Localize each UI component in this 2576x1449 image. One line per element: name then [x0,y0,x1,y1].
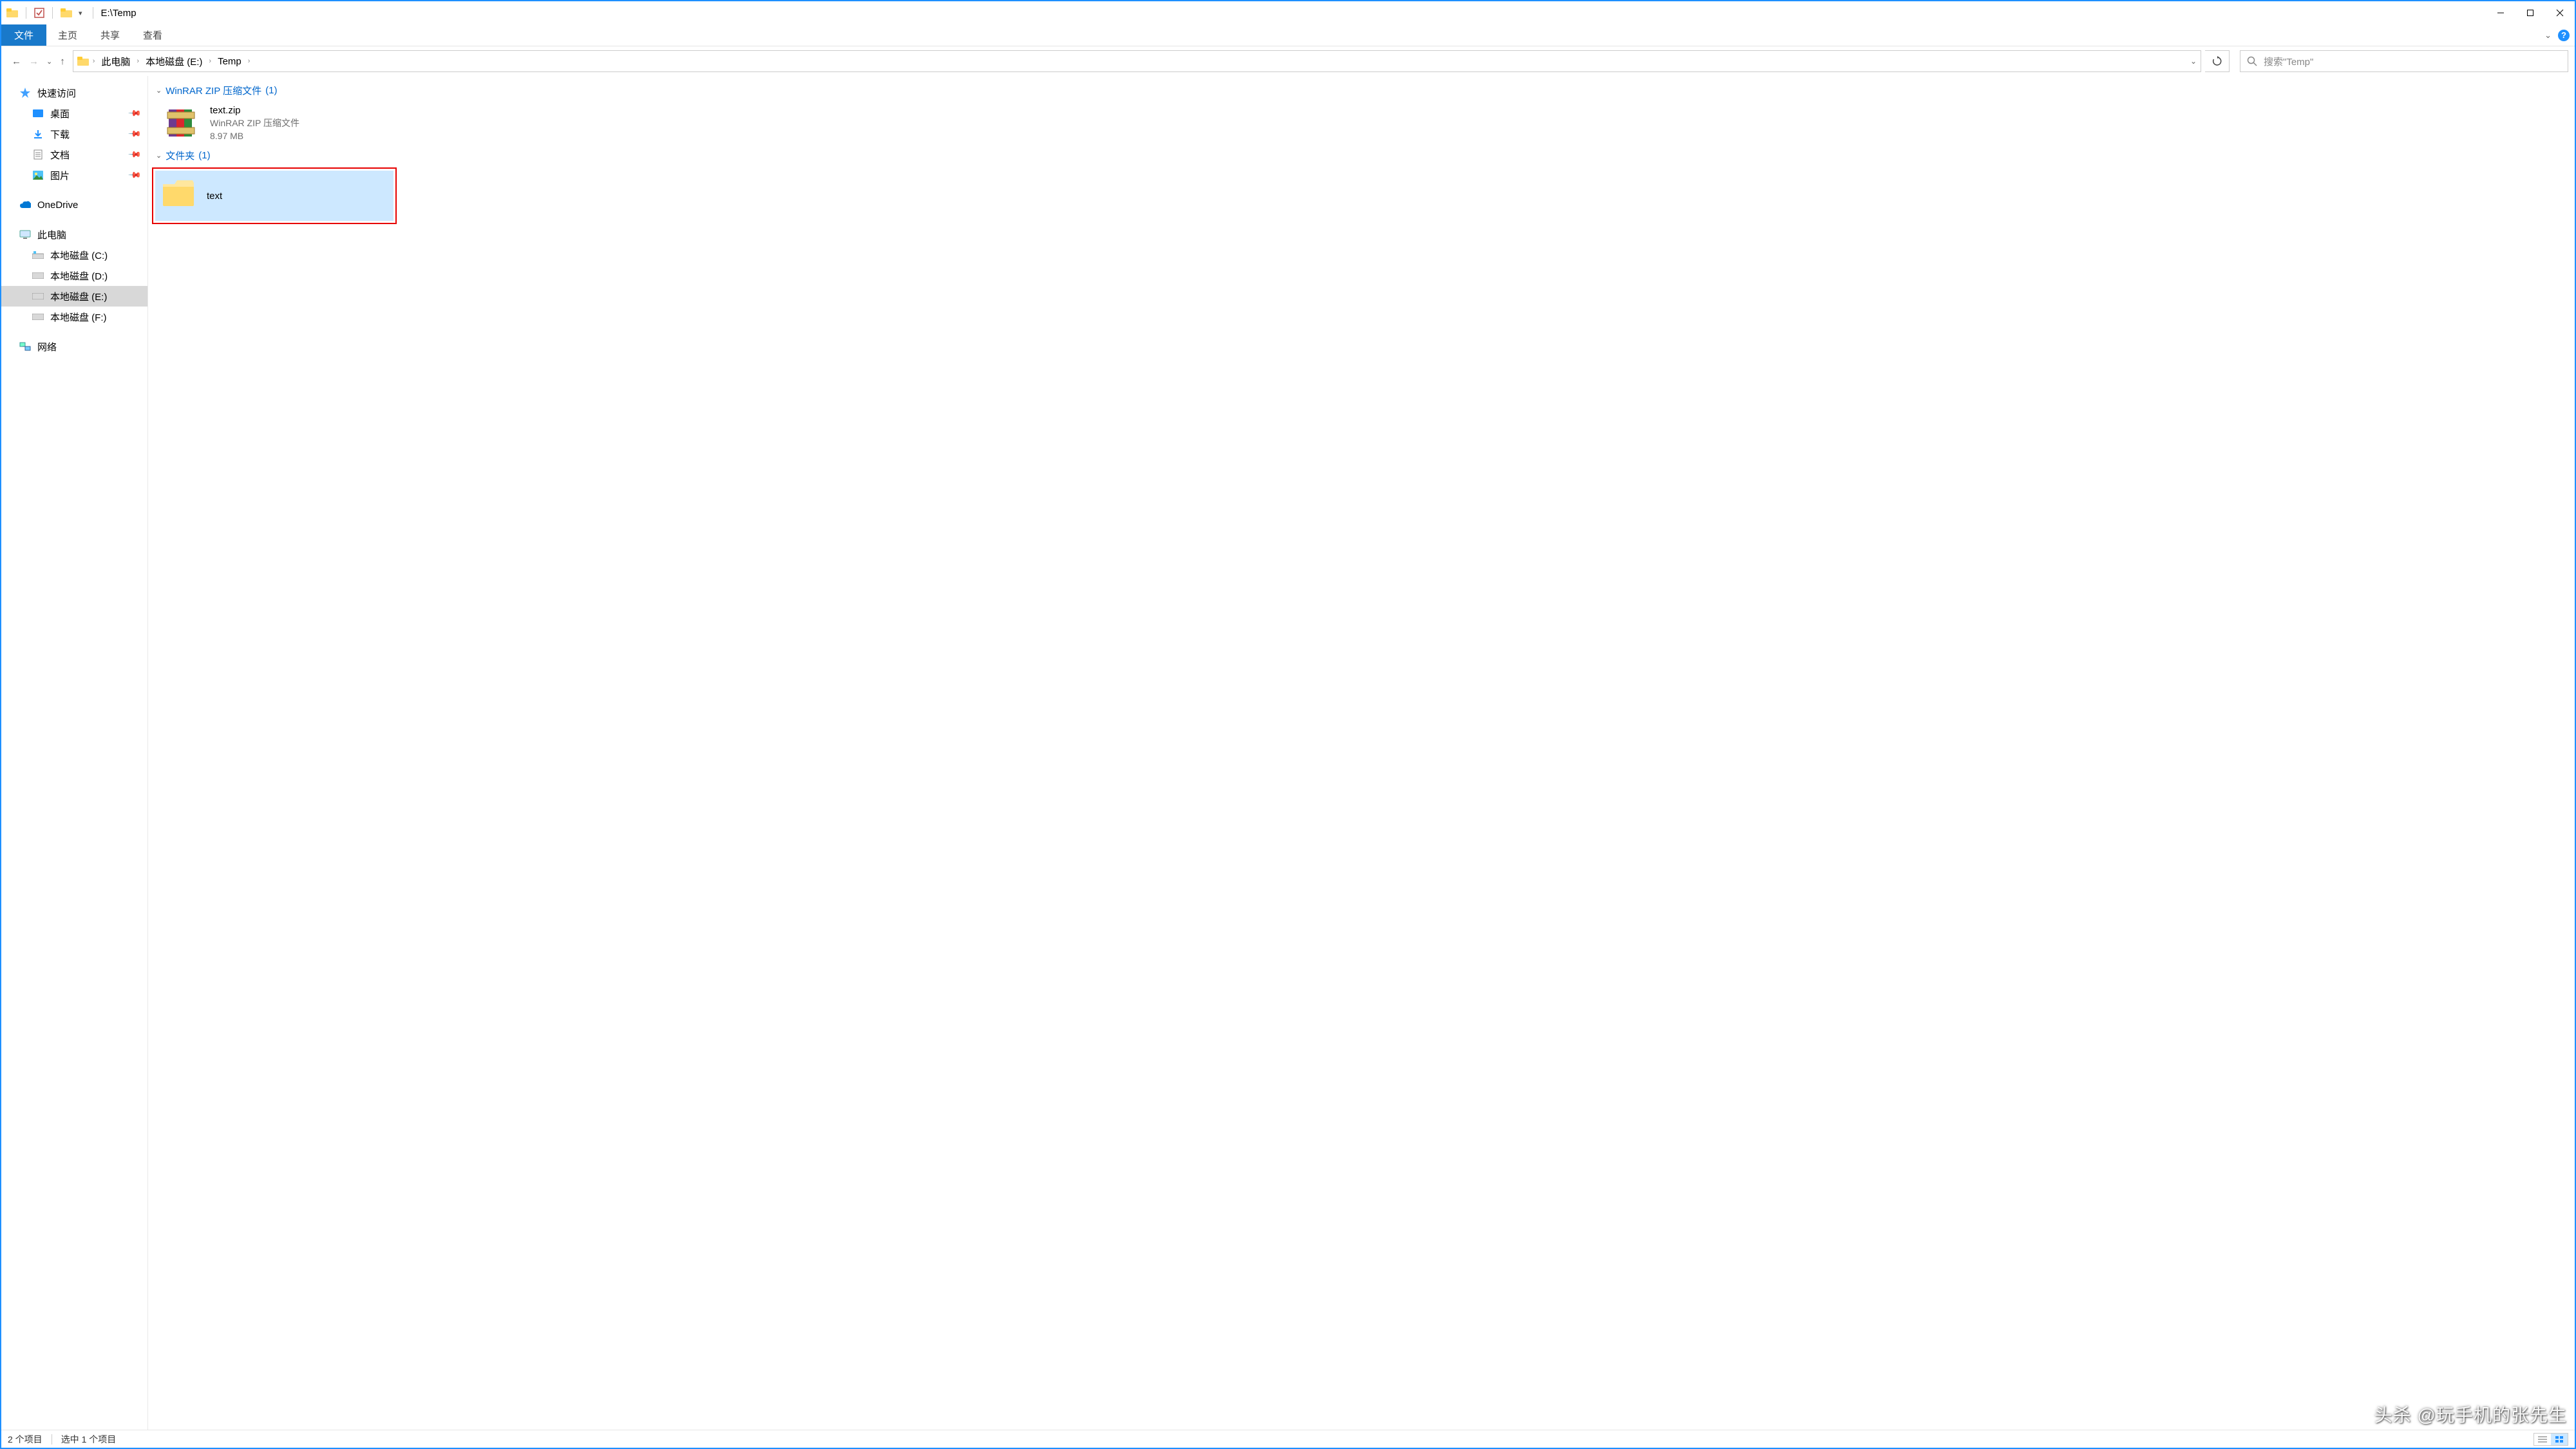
file-item-folder[interactable]: text [155,171,393,221]
refresh-button[interactable] [2205,50,2230,72]
file-type: WinRAR ZIP 压缩文件 [210,117,299,130]
ribbon-tabs: 文件 主页 共享 查看 ⌄ ? [1,24,2575,46]
folder-icon[interactable] [61,8,72,17]
folder-icon [162,179,195,213]
close-button[interactable] [2545,3,2575,23]
sidebar-drive-c[interactable]: 本地磁盘 (C:) [1,245,147,265]
chevron-right-icon[interactable]: › [135,57,140,65]
sidebar-this-pc[interactable]: 此电脑 [1,224,147,245]
sidebar-network[interactable]: 网络 [1,336,147,357]
star-icon [19,87,31,99]
annotation-highlight: text [152,167,397,224]
chevron-down-icon: ⌄ [156,86,162,95]
navigation-pane: 快速访问 桌面 📌 下载 📌 文档 📌 图片 📌 [1,76,148,1430]
group-header-folder[interactable]: ⌄ 文件夹 (1) [152,146,2571,165]
sidebar-item-desktop[interactable]: 桌面 📌 [1,103,147,124]
sidebar-drive-f[interactable]: 本地磁盘 (F:) [1,307,147,327]
recent-locations-icon[interactable]: ⌄ [46,57,52,66]
body: 快速访问 桌面 📌 下载 📌 文档 📌 图片 📌 [1,76,2575,1430]
forward-button[interactable]: → [29,56,39,67]
address-dropdown-icon[interactable]: ⌄ [2190,57,2197,66]
picture-icon [32,169,44,181]
drive-icon [32,290,44,302]
file-item-zip[interactable]: text.zip WinRAR ZIP 压缩文件 8.97 MB [152,100,397,146]
status-item-count: 2 个项目 [8,1433,43,1446]
sidebar-item-pictures[interactable]: 图片 📌 [1,165,147,185]
tab-share[interactable]: 共享 [89,24,131,46]
chevron-right-icon[interactable]: › [91,57,97,65]
network-icon [19,341,31,352]
sidebar-drive-d[interactable]: 本地磁盘 (D:) [1,265,147,286]
folder-icon [77,57,89,66]
file-size: 8.97 MB [210,130,299,143]
pin-icon: 📌 [128,106,142,121]
properties-icon[interactable] [34,8,44,18]
help-icon[interactable]: ? [2558,30,2570,41]
view-toggle [2533,1433,2568,1446]
pin-icon: 📌 [128,127,142,142]
sidebar-onedrive[interactable]: OneDrive [1,194,147,215]
sidebar-item-downloads[interactable]: 下载 📌 [1,124,147,144]
back-button[interactable]: ← [12,56,21,67]
window-controls [2486,3,2575,23]
file-list: ⌄ WinRAR ZIP 压缩文件 (1) text.zip WinRA [148,76,2575,1430]
cloud-icon [19,199,31,211]
title-bar: ▾ E:\Temp [1,1,2575,24]
chevron-right-icon[interactable]: › [247,57,252,65]
file-meta: text.zip WinRAR ZIP 压缩文件 8.97 MB [210,104,299,142]
sidebar-drive-e[interactable]: 本地磁盘 (E:) [1,286,147,307]
drive-icon [32,249,44,261]
folder-name: text [207,191,222,202]
status-bar: 2 个项目 选中 1 个项目 [1,1430,2575,1448]
sidebar-item-documents[interactable]: 文档 📌 [1,144,147,165]
file-tab[interactable]: 文件 [1,24,46,46]
qat-dropdown-icon[interactable]: ▾ [76,9,85,17]
address-bar[interactable]: › 此电脑 › 本地磁盘 (E:) › Temp › ⌄ [73,50,2201,72]
pin-icon: 📌 [128,147,142,162]
breadcrumb[interactable]: Temp [215,56,244,67]
computer-icon [19,229,31,240]
chevron-down-icon: ⌄ [156,151,162,160]
sidebar-quick-access[interactable]: 快速访问 [1,82,147,103]
search-icon [2247,56,2257,66]
nav-arrows: ← → ⌄ ↑ [8,56,69,67]
drive-icon [32,311,44,323]
pin-icon: 📌 [128,168,142,183]
search-box[interactable]: 搜索"Temp" [2240,50,2568,72]
minimize-button[interactable] [2486,3,2515,23]
chevron-right-icon[interactable]: › [207,57,213,65]
desktop-icon [32,108,44,119]
breadcrumb[interactable]: 本地磁盘 (E:) [143,55,205,68]
file-name: text.zip [210,104,299,117]
navigation-bar: ← → ⌄ ↑ › 此电脑 › 本地磁盘 (E:) › Temp › ⌄ 搜索"… [1,46,2575,76]
details-view-button[interactable] [2534,1434,2551,1445]
group-header-zip[interactable]: ⌄ WinRAR ZIP 压缩文件 (1) [152,81,2571,100]
archive-icon [164,104,201,142]
search-placeholder: 搜索"Temp" [2264,55,2313,68]
folder-icon [6,8,18,17]
separator [52,7,53,19]
status-selected: 选中 1 个项目 [61,1433,117,1446]
icons-view-button[interactable] [2551,1434,2568,1445]
breadcrumb[interactable]: 此电脑 [99,55,133,68]
download-icon [32,128,44,140]
tab-view[interactable]: 查看 [131,24,174,46]
maximize-button[interactable] [2515,3,2545,23]
quick-access-toolbar: ▾ [6,7,97,19]
expand-ribbon-icon[interactable]: ⌄ [2544,30,2552,41]
drive-icon [32,270,44,281]
document-icon [32,149,44,160]
explorer-window: ▾ E:\Temp 文件 主页 共享 查看 ⌄ ? ← → ⌄ ↑ › 此 [0,0,2576,1449]
window-title: E:\Temp [101,8,137,19]
up-button[interactable]: ↑ [60,56,65,67]
tab-home[interactable]: 主页 [46,24,89,46]
